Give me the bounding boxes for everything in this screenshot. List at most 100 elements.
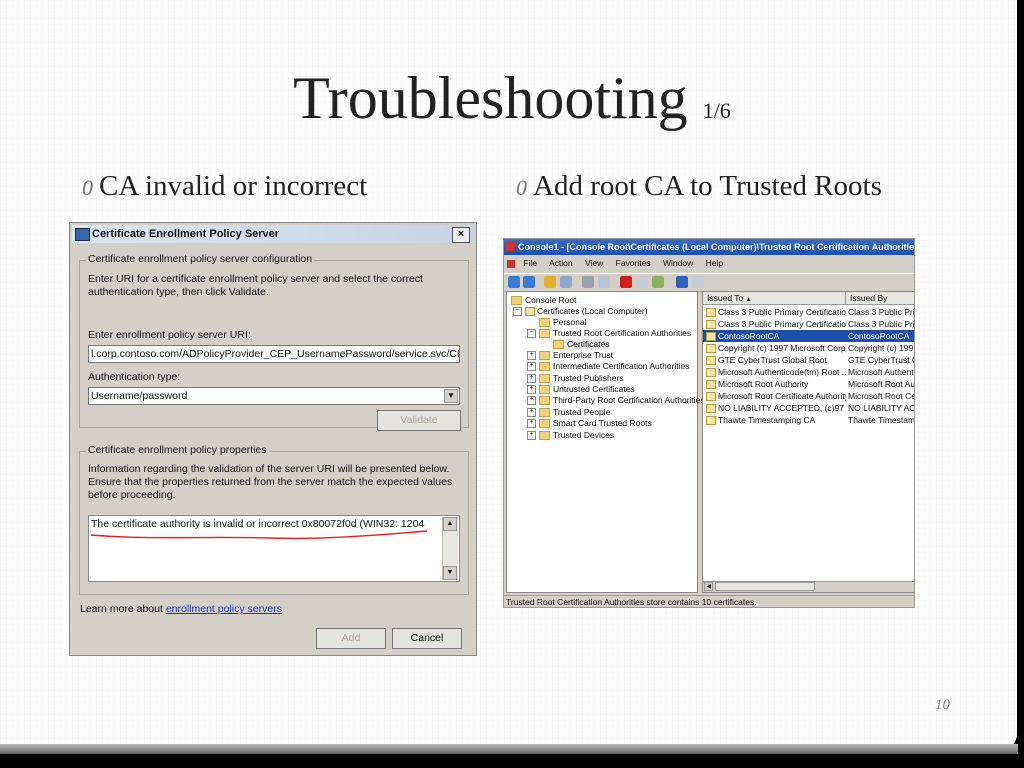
tree-node-untrusted-certificates[interactable]: + Untrusted Certificates — [527, 384, 635, 395]
certificate-row[interactable]: Microsoft Authenticode(tm) Root ... Micro… — [703, 366, 914, 378]
add-button[interactable]: Add — [316, 628, 386, 649]
vertical-scrollbar[interactable]: ▲ ▼ — [442, 517, 458, 580]
tree-node-personal[interactable]: Personal — [539, 317, 587, 328]
certificate-icon — [706, 344, 716, 354]
folder-icon — [539, 396, 550, 406]
certificate-row[interactable]: Microsoft Root Certificate Authority Micr… — [703, 390, 915, 402]
auth-type-value: Username/password — [91, 390, 188, 402]
slide: Troubleshooting 1/6 0 CA invalid or incor… — [0, 0, 1017, 750]
tree-node-third-party-root[interactable]: + Third-Party Root Certification Authorit… — [527, 395, 705, 406]
forward-icon[interactable] — [523, 276, 535, 288]
certificate-row[interactable]: Class 3 Public Primary Certification... C… — [703, 306, 914, 318]
expand-icon[interactable]: + — [527, 374, 536, 384]
column-header-issued-to[interactable]: Issued To ▲ — [703, 292, 846, 305]
auth-type-select[interactable]: Username/password ▼ — [88, 387, 460, 405]
expand-icon[interactable]: + — [527, 385, 536, 395]
status-bar: Trusted Root Certification Authorities s… — [504, 595, 914, 607]
close-button[interactable]: × — [452, 227, 470, 243]
certificate-row[interactable]: NO LIABILITY ACCEPTED, (c)97 V... NO LIAB… — [703, 402, 914, 414]
properties-group: Certificate enrollment policy properties… — [79, 444, 469, 595]
scroll-down-icon[interactable]: ▼ — [443, 566, 457, 580]
tree-node-trusted-publishers[interactable]: + Trusted Publishers — [527, 373, 624, 384]
menu-view[interactable]: View — [585, 258, 603, 268]
expand-icon[interactable]: + — [527, 408, 536, 418]
certificate-row[interactable]: GTE CyberTrust Global Root GTE CyberTrust… — [703, 354, 914, 366]
tree-node-trusted-people[interactable]: + Trusted People — [527, 407, 610, 418]
cancel-button[interactable]: Cancel — [392, 628, 462, 649]
action-pane-icon[interactable] — [692, 276, 704, 288]
menu-help[interactable]: Help — [706, 258, 723, 268]
chevron-down-icon[interactable]: ▼ — [444, 389, 458, 403]
certificate-list: Issued To ▲ Issued By Class 3 Public Pri… — [702, 291, 915, 593]
certificate-row[interactable]: ContosoRootCA ContosoRootCA — [703, 330, 914, 342]
show-hide-tree-icon[interactable] — [560, 276, 572, 288]
certificate-icon — [706, 356, 716, 366]
validate-button[interactable]: Validate — [377, 410, 461, 431]
copy-icon[interactable] — [598, 276, 610, 288]
tree-node-intermediate-ca[interactable]: + Intermediate Certification Authorities — [527, 361, 690, 372]
enrollment-policy-dialog: Certificate Enrollment Policy Server × C… — [69, 222, 477, 656]
uri-input[interactable]: l.corp.contoso.com/ADPolicyProvider_CEP_… — [88, 345, 460, 363]
menu-file[interactable]: File — [523, 258, 537, 268]
issued-to-cell: Microsoft Root Certificate Authority — [706, 390, 846, 402]
certificate-icon — [706, 308, 716, 318]
properties-icon[interactable] — [636, 276, 648, 288]
tree-node-certificates[interactable]: Certificates — [553, 339, 610, 350]
collapse-icon[interactable]: − — [527, 329, 536, 339]
folder-icon — [553, 340, 564, 350]
slide-title-text: Troubleshooting — [293, 65, 688, 131]
bullet-right-text: Add root CA to Trusted Roots — [533, 170, 882, 202]
folder-icon — [539, 329, 550, 339]
tree-node-smart-card-roots[interactable]: + Smart Card Trusted Roots — [527, 418, 652, 429]
tree-node-console-root[interactable]: Console Root — [511, 295, 577, 306]
certificate-row[interactable]: Microsoft Root Authority Microsoft Root A… — [703, 378, 914, 390]
horizontal-scrollbar[interactable]: ◀ — [703, 581, 914, 592]
tree-node-trusted-devices[interactable]: + Trusted Devices — [527, 430, 614, 441]
folder-icon — [539, 408, 550, 418]
export-list-icon[interactable] — [652, 276, 664, 288]
slide-shadow — [0, 744, 1018, 754]
expand-icon[interactable]: + — [527, 431, 536, 441]
certificate-row[interactable]: Class 3 Public Primary Certification... C… — [703, 318, 915, 330]
tree-node-trusted-root[interactable]: − Trusted Root Certification Authorities — [527, 328, 691, 339]
expand-icon[interactable]: + — [527, 419, 536, 429]
delete-icon[interactable] — [620, 276, 632, 288]
up-folder-icon[interactable] — [544, 276, 556, 288]
slide-title: Troubleshooting 1/6 — [0, 64, 1017, 133]
scroll-up-icon[interactable]: ▲ — [443, 517, 457, 531]
column-header-issued-by[interactable]: Issued By — [846, 292, 914, 305]
certificate-row[interactable]: Thawte Timestamping CAThawte Timestampin — [703, 414, 914, 426]
issued-to-cell: Class 3 Public Primary Certification... — [706, 306, 846, 318]
config-instructions: Enter URI for a certificate enrollment p… — [88, 273, 423, 298]
scroll-left-icon[interactable]: ◀ — [704, 582, 713, 591]
issued-by-cell: Class 3 Public Primar — [848, 319, 915, 329]
certificate-row[interactable]: Copyright (c) 1997 Microsoft Corp. Copyri… — [703, 342, 914, 354]
tree-node-enterprise-trust[interactable]: + Enterprise Trust — [527, 350, 613, 361]
enrollment-policy-servers-link[interactable]: enrollment policy servers — [166, 603, 282, 615]
expand-icon[interactable]: + — [527, 351, 536, 361]
folder-icon — [539, 351, 550, 361]
tree-node-certificates-local[interactable]: − Certificates (Local Computer) — [513, 306, 648, 317]
bullet-right: 0 Add root CA to Trusted Roots — [516, 170, 882, 203]
menu-favorites[interactable]: Favorites — [616, 258, 651, 268]
menu-action[interactable]: Action — [549, 258, 573, 268]
help-icon[interactable] — [676, 276, 688, 288]
dialog-title: Certificate Enrollment Policy Server — [92, 228, 280, 240]
expand-icon[interactable]: + — [527, 362, 536, 372]
console-menu-icon[interactable] — [507, 259, 515, 268]
validation-result-box[interactable]: The certificate authority is invalid or … — [88, 515, 460, 582]
dialog-titlebar: Certificate Enrollment Policy Server × — [72, 225, 474, 243]
scroll-thumb[interactable] — [715, 582, 815, 591]
folder-icon — [539, 362, 550, 372]
issued-by-cell: Microsoft Root Certi — [848, 391, 915, 401]
learn-more-prefix: Learn more about — [80, 603, 163, 615]
cut-icon[interactable] — [582, 276, 594, 288]
back-icon[interactable] — [508, 276, 520, 288]
menu-window[interactable]: Window — [663, 258, 693, 268]
folder-icon — [539, 318, 550, 328]
folder-icon — [539, 419, 550, 429]
collapse-icon[interactable]: − — [513, 307, 522, 317]
expand-icon[interactable]: + — [527, 396, 536, 406]
uri-label: Enter enrollment policy server URI: — [88, 329, 251, 341]
folder-icon — [539, 374, 550, 384]
